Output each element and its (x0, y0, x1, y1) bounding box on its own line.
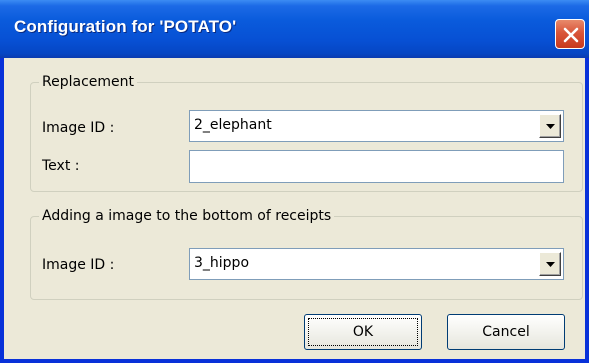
close-icon (563, 27, 579, 43)
bottom-image-legend: Adding a image to the bottom of receipts (42, 208, 332, 224)
chevron-down-icon (546, 124, 555, 129)
replacement-text-label: Text : (42, 158, 80, 174)
replacement-text-input[interactable] (189, 150, 564, 183)
replacement-image-id-select[interactable]: 2_elephant (189, 110, 564, 142)
ok-button[interactable]: OK (304, 314, 422, 350)
title-bar[interactable]: Configuration for 'POTATO' (0, 0, 589, 58)
bottom-image-id-select[interactable]: 3_hippo (189, 248, 564, 280)
cancel-button[interactable]: Cancel (447, 314, 565, 350)
window-title: Configuration for 'POTATO' (14, 17, 237, 36)
replacement-image-id-value: 2_elephant (194, 117, 272, 133)
bottom-image-id-value: 3_hippo (194, 255, 250, 271)
replacement-legend: Replacement (42, 74, 134, 90)
dialog-window: Configuration for 'POTATO' Replacement I… (0, 0, 589, 363)
close-button[interactable] (555, 19, 585, 49)
chevron-down-icon (546, 262, 555, 267)
replacement-image-id-label: Image ID : (42, 120, 115, 136)
replacement-image-id-dropdown-button[interactable] (539, 114, 561, 138)
bottom-image-id-dropdown-button[interactable] (539, 252, 561, 276)
bottom-image-id-label: Image ID : (42, 257, 115, 273)
